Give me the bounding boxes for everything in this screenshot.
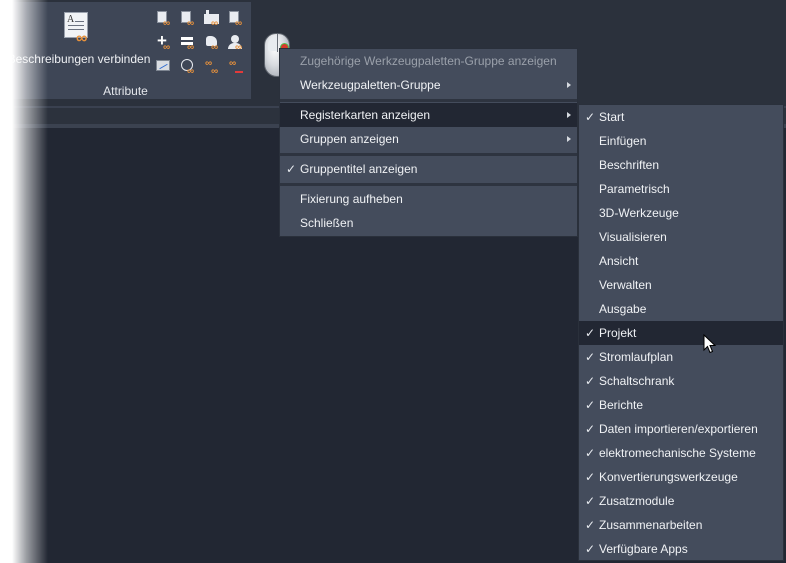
menu-separator [280,99,577,102]
graph-icon[interactable] [156,58,174,76]
checkmark-icon: ✓ [585,494,596,508]
tab-toggle-zusatzmodule[interactable]: ✓ Zusatzmodule [579,489,783,513]
hash-icon[interactable]: ∞ [228,10,246,29]
tab-toggle-daten-importieren-exportieren[interactable]: ✓ Daten importieren/exportieren [579,417,783,441]
tab-toggle-stromlaufplan[interactable]: ✓ Stromlaufplan [579,345,783,369]
tab-toggle-beschriften[interactable]: Beschriften [579,153,783,177]
tab-toggle-konvertierungswerkzeuge[interactable]: ✓ Konvertierungswerkzeuge [579,465,783,489]
menu-item-show-groups[interactable]: Gruppen anzeigen [280,127,577,151]
tab-toggle-projekt[interactable]: ✓ Projekt [579,321,783,345]
tab-toggle-einfuegen[interactable]: Einfügen [579,129,783,153]
mouse-pointer-icon [703,334,717,354]
menu-separator [280,183,577,186]
panel-title: Attribute [103,84,148,98]
checkmark-icon: ✓ [585,422,596,436]
add-icon[interactable]: + ∞ [156,32,174,53]
ribbon-panel-attribute: ∞ Beschreibungen verbinden ∞ ∞ ∞ ∞ +∞ ∞ … [0,2,251,99]
circle-a-icon[interactable]: ∞ [180,58,198,77]
context-menu: Zugehörige Werkzeugpaletten-Gruppe anzei… [279,48,578,237]
submenu-arrow-icon [567,136,571,142]
menu-separator [280,153,577,156]
tab-toggle-verfuegbare-apps[interactable]: ✓ Verfügbare Apps [579,537,783,561]
link-chain-icon: ∞ [76,30,88,47]
menu-item-show-group-titles[interactable]: ✓ Gruppentitel anzeigen [280,157,577,181]
tabs-submenu: ✓ Start Einfügen Beschriften Parametrisc… [578,104,784,561]
tab-toggle-ansicht[interactable]: Ansicht [579,249,783,273]
checkmark-icon: ✓ [585,350,596,364]
tab-toggle-parametrisch[interactable]: Parametrisch [579,177,783,201]
tab-toggle-3d-werkzeuge[interactable]: 3D-Werkzeuge [579,201,783,225]
hand-icon[interactable]: ∞ [204,34,222,53]
link-icon[interactable]: ∞ ∞ [204,58,222,77]
tab-toggle-verwalten[interactable]: Verwalten [579,273,783,297]
equals-icon[interactable]: ∞ [180,34,198,53]
menu-item-close[interactable]: Schließen [280,211,577,235]
tab-toggle-start[interactable]: ✓ Start [579,105,783,129]
checkmark-icon: ✓ [286,162,297,176]
tab-toggle-visualisieren[interactable]: Visualisieren [579,225,783,249]
checkmark-icon: ✓ [585,326,596,340]
menu-item-undock[interactable]: Fixierung aufheben [280,187,577,211]
attribute-table-icon[interactable]: ∞ [156,10,174,29]
attribute-number-icon[interactable]: ∞ [180,10,198,29]
tab-toggle-schaltschrank[interactable]: ✓ Schaltschrank [579,369,783,393]
menu-item-show-tool-palette-group: Zugehörige Werkzeugpaletten-Gruppe anzei… [300,54,557,68]
connect-descriptions-label: Beschreibungen verbinden [7,52,151,66]
app-window: ∞ Beschreibungen verbinden ∞ ∞ ∞ ∞ +∞ ∞ … [0,0,786,563]
checkmark-icon: ✓ [585,470,596,484]
user-icon[interactable]: ∞ [228,34,246,53]
checkmark-icon: ✓ [585,398,596,412]
connect-descriptions-button[interactable]: ∞ Beschreibungen verbinden [4,8,154,72]
tab-toggle-elektromechanische-systeme[interactable]: ✓ elektromechanische Systeme [579,441,783,465]
tab-toggle-berichte[interactable]: ✓ Berichte [579,393,783,417]
checkmark-icon: ✓ [585,518,596,532]
submenu-arrow-icon [567,112,571,118]
remove-link-icon[interactable]: ∞ [228,58,246,76]
factory-icon[interactable]: ∞ [204,10,222,29]
menu-item-tool-palette-group[interactable]: Werkzeugpaletten-Gruppe [280,73,577,97]
checkmark-icon: ✓ [585,110,596,124]
tab-toggle-zusammenarbeiten[interactable]: ✓ Zusammenarbeiten [579,513,783,537]
checkmark-icon: ✓ [585,542,596,556]
checkmark-icon: ✓ [585,446,596,460]
menu-item-show-tabs[interactable]: Registerkarten anzeigen [280,103,577,127]
submenu-arrow-icon [567,82,571,88]
tab-toggle-ausgabe[interactable]: Ausgabe [579,297,783,321]
checkmark-icon: ✓ [585,374,596,388]
